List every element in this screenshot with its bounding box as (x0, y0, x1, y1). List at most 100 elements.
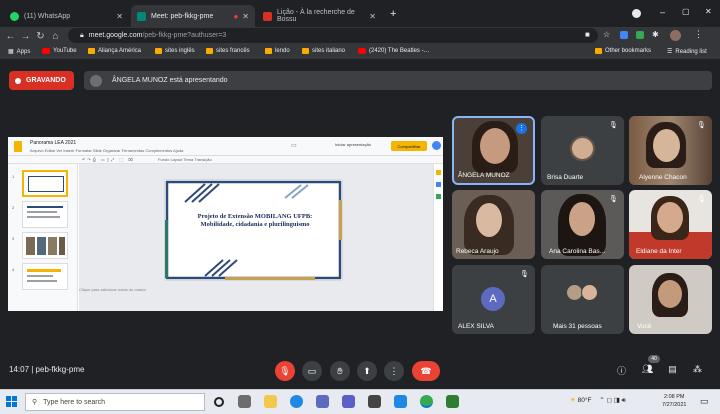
participant-tile[interactable]: ⋮ ÂNGELA MUNOZ (452, 116, 535, 185)
bookmark-youtube[interactable]: YouTube (42, 48, 77, 54)
other-bookmarks[interactable]: Other bookmarks (595, 48, 651, 54)
bookmark-folder[interactable]: sites inglês (155, 48, 195, 54)
leave-call-button[interactable]: ☎︎ (412, 361, 440, 381)
comment-icon: ▭ (291, 143, 297, 149)
system-tray[interactable]: ☀ 80°F ⌃ ◻ ◨ 🔊︎ (570, 396, 626, 405)
bookmark-youtube[interactable]: (2420) The Beatles -… (358, 48, 430, 54)
account-avatar (432, 141, 441, 150)
task-view-icon[interactable] (238, 395, 251, 408)
folder-icon (155, 48, 162, 54)
extension-icon[interactable] (636, 31, 644, 39)
bookmark-apps[interactable]: ▦ Apps (8, 48, 30, 56)
mic-toggle-button[interactable]: 🎙︎ (275, 361, 295, 381)
tasks-icon (436, 194, 441, 199)
app-icon[interactable] (316, 395, 329, 408)
tab-meet[interactable]: Meet: peb-fkkg-pme ● ✕ (131, 5, 255, 27)
maximize-icon[interactable]: ▢ (682, 7, 690, 16)
activities-icon[interactable]: ⁂ (691, 364, 704, 375)
participant-tile[interactable]: 🎙︎ Eldiane da Inter (629, 190, 712, 259)
close-icon[interactable]: ✕ (116, 12, 123, 21)
shared-screen: Panorama LEA 2021 Arquivo Editar Ver Ins… (8, 137, 443, 311)
weather-label: 80°F (577, 397, 592, 404)
slides-side-panel (433, 164, 443, 311)
participant-name: ÂNGELA MUNOZ (458, 172, 510, 179)
presenter-avatar (90, 74, 102, 87)
tab-lesson[interactable]: Lição - À la recherche de Bossu ✕ (257, 5, 382, 27)
new-tab-button[interactable]: + (390, 8, 396, 20)
clock-time: 2:08 PM (663, 394, 685, 400)
more-vert-icon: ⋮ (389, 365, 399, 376)
notifications-icon[interactable]: ▭ (700, 396, 709, 407)
participant-tile[interactable]: 🎙︎ Brisa Duarte (541, 116, 624, 185)
browser-tab-strip: (11) WhatsApp ✕ Meet: peb-fkkg-pme ● ✕ L… (0, 0, 720, 27)
mic-off-icon: 🎙︎ (697, 196, 706, 203)
hand-icon: ✋︎ (337, 365, 343, 376)
tab-whatsapp[interactable]: (11) WhatsApp ✕ (4, 5, 129, 27)
mail-icon[interactable] (394, 395, 407, 408)
chat-icon[interactable]: ▤ (666, 364, 679, 375)
bookmark-folder[interactable]: sites italiano (302, 48, 345, 54)
avatar: A (481, 287, 505, 311)
windows-start-icon[interactable] (6, 396, 17, 407)
folder-icon (595, 48, 602, 54)
people-icon[interactable]: 👥︎ (641, 364, 654, 375)
mic-off-icon: 🎙︎ (609, 196, 618, 203)
participant-video (658, 280, 682, 308)
file-explorer-icon[interactable] (264, 395, 277, 408)
taskbar-clock[interactable]: 2:08 PM 7/27/2021 (662, 393, 686, 409)
store-icon[interactable] (368, 395, 381, 408)
cortana-icon[interactable] (214, 397, 224, 407)
menu-kebab-icon[interactable]: ⋮ (694, 29, 703, 40)
more-options-button[interactable]: ⋮ (384, 361, 404, 381)
participant-tile[interactable]: 🎙︎ Alyenne Chacon (629, 116, 712, 185)
close-window-icon[interactable]: ✕ (705, 7, 712, 16)
calendar-icon (436, 170, 441, 175)
profile-avatar[interactable] (670, 30, 681, 41)
participant-tile[interactable]: Rebeca Araujo (452, 190, 535, 259)
info-icon[interactable]: ⓘ (615, 364, 628, 377)
close-icon[interactable]: ✕ (242, 12, 249, 21)
share-button: Compartilhar (391, 141, 427, 151)
url-field[interactable]: 🔒︎ meet.google.com /peb-fkkg-pme?authuse… (68, 28, 598, 43)
edge-icon[interactable] (290, 395, 303, 408)
participant-tile[interactable]: 🎙︎ Ana Carolina Bas... (541, 190, 624, 259)
slide-thumbnail (22, 232, 68, 259)
reload-icon[interactable]: ↻ (33, 31, 48, 42)
reading-list[interactable]: ☰ Reading list (667, 48, 707, 56)
close-icon[interactable]: ✕ (369, 12, 376, 21)
recording-badge[interactable]: GRAVANDO (9, 71, 74, 90)
app-icon[interactable] (446, 395, 459, 408)
more-participants-tile[interactable]: Mais 31 pessoas (541, 265, 624, 334)
camera-in-use-icon[interactable]: ■ (585, 30, 590, 39)
bookmark-folder[interactable]: sites francês (206, 48, 250, 54)
participant-tile[interactable]: A 🎙︎ ALEX SILVA (452, 265, 535, 334)
bookmark-folder[interactable]: lendo (265, 48, 290, 54)
extensions-puzzle-icon[interactable]: ✱ (652, 30, 659, 39)
tab-search-icon[interactable] (632, 9, 641, 18)
gmail-icon (263, 11, 272, 21)
camera-toggle-button[interactable]: ▭ (302, 361, 322, 381)
minimize-icon[interactable]: – (660, 7, 665, 17)
back-icon[interactable]: ← (3, 31, 18, 42)
self-tile[interactable]: Você (629, 265, 712, 334)
chrome-icon[interactable] (420, 395, 433, 408)
url-path: /peb-fkkg-pme?authuser=3 (142, 32, 227, 39)
folder-icon (206, 48, 213, 54)
bookmark-folder[interactable]: Aliança América (88, 48, 141, 54)
teams-icon[interactable] (342, 395, 355, 408)
speaker-notes: Clique para adicionar notas do orador (79, 287, 146, 292)
forward-icon[interactable]: → (18, 31, 33, 42)
taskbar-search[interactable]: ⚲ Type here to search (25, 393, 205, 411)
participant-video (480, 128, 510, 164)
present-screen-button[interactable]: ⬆ (357, 361, 377, 381)
raise-hand-button[interactable]: ✋︎ (330, 361, 350, 381)
bookmark-star-icon[interactable]: ☆ (603, 30, 610, 39)
document-title: Panorama LEA 2021 (30, 140, 77, 146)
participant-name: Você (637, 323, 652, 330)
home-icon[interactable]: ⌂ (48, 31, 63, 42)
thumb-number: 4 (12, 267, 15, 272)
participant-name: Brisa Duarte (547, 174, 584, 181)
weather-icon: ☀ (570, 397, 576, 404)
participant-name: Rebeca Araujo (456, 248, 499, 255)
extension-icon[interactable] (620, 31, 628, 39)
